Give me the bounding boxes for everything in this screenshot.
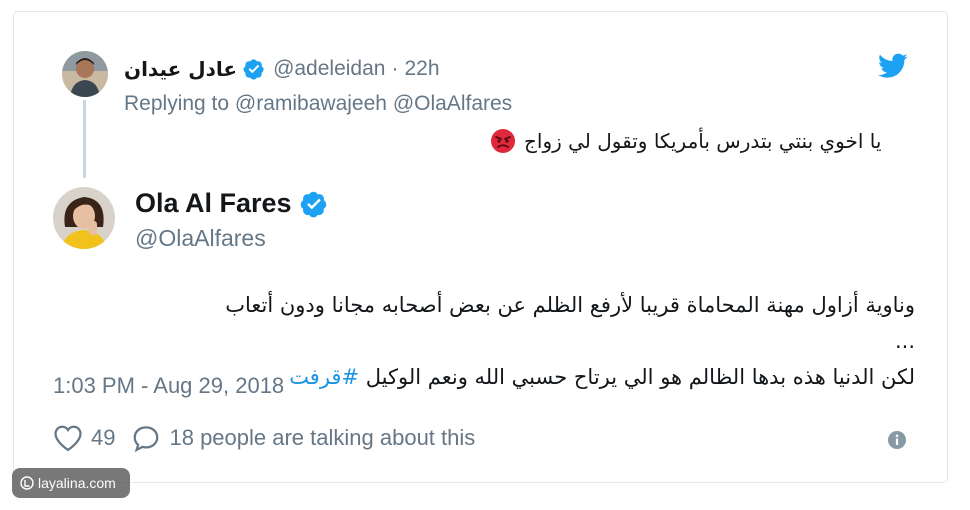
verified-badge-icon (243, 59, 264, 80)
parent-time[interactable]: 22h (404, 57, 439, 81)
like-count: 49 (91, 425, 116, 450)
hashtag-link[interactable]: #قرفت (289, 365, 359, 389)
separator-dot: · (391, 57, 399, 80)
watermark-logo-icon (20, 476, 34, 490)
main-tweet-text: وناوية أزاول مهنة المحاماة قريبا لأرفع ا… (220, 287, 915, 395)
twitter-bird-icon[interactable] (878, 53, 908, 79)
tweet-text-line-2: لكن الدنيا هذه بدها الظالم هو الي يرتاح … (220, 359, 915, 395)
mention-link[interactable]: @OlaAlfares (393, 92, 512, 115)
tweet-text-line: وناوية أزاول مهنة المحاماة قريبا لأرفع ا… (225, 293, 915, 353)
angry-face-emoji (491, 129, 515, 153)
replying-prefix: Replying to (124, 92, 230, 115)
parent-display-name[interactable]: عادل عيدان (124, 57, 237, 81)
tweet-text-line: لكن الدنيا هذه بدها الظالم هو الي يرتاح … (365, 365, 915, 389)
main-avatar[interactable] (53, 187, 115, 249)
info-icon[interactable] (887, 430, 907, 450)
parent-tweet-text-row: يا اخوي بنتي بتدرس بأمريكا وتقول لي زواج (490, 128, 910, 154)
thread-line (83, 100, 86, 178)
heart-icon[interactable] (53, 424, 83, 452)
watermark: layalina.com (12, 468, 130, 498)
comment-icon[interactable] (131, 424, 161, 452)
parent-handle[interactable]: @adeleidan (273, 57, 385, 81)
verified-badge-icon (300, 191, 326, 217)
tweet-timestamp[interactable]: 1:03 PM - Aug 29, 2018 (53, 373, 284, 399)
parent-header: عادل عيدان @adeleidan · 22h (124, 55, 440, 83)
tweet-actions: 49 18 people are talking about this (53, 424, 475, 452)
parent-tweet-text: يا اخوي بنتي بتدرس بأمريكا وتقول لي زواج (524, 129, 882, 153)
replying-to: Replying to @ramibawajeeh @OlaAlfares (124, 92, 512, 116)
watermark-text: layalina.com (38, 475, 116, 491)
mention-link[interactable]: @ramibawajeeh (235, 92, 387, 115)
parent-avatar[interactable] (62, 51, 108, 97)
main-display-name[interactable]: Ola Al Fares (135, 188, 292, 219)
talking-link[interactable]: 18 people are talking about this (169, 425, 475, 451)
main-name-row: Ola Al Fares (135, 188, 328, 219)
main-handle[interactable]: @OlaAlfares (135, 225, 266, 252)
